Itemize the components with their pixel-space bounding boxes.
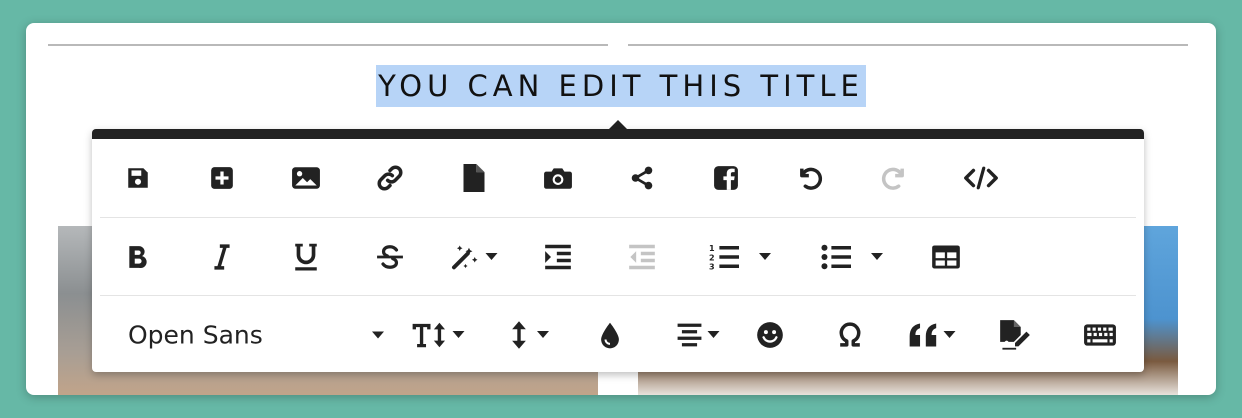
underline-button[interactable]	[294, 243, 318, 271]
emoji-button[interactable]	[756, 321, 784, 349]
link-icon	[377, 165, 403, 190]
toolbar-row-1	[100, 139, 1136, 216]
save-icon	[128, 167, 148, 188]
unordered-list-icon	[821, 244, 851, 269]
ordered-list-icon: 123	[709, 244, 739, 270]
unordered-list-button[interactable]	[821, 244, 883, 270]
camera-button[interactable]	[543, 165, 573, 191]
strikethrough-icon	[377, 244, 403, 269]
font-family-dropdown[interactable]	[372, 331, 384, 338]
svg-text:2: 2	[709, 253, 715, 262]
divider-right	[628, 44, 1188, 46]
insert-link-button[interactable]	[376, 164, 404, 192]
camera-icon	[544, 167, 572, 189]
omega-icon	[839, 321, 861, 347]
text-color-button[interactable]	[600, 321, 620, 349]
outdent-button[interactable]	[628, 244, 656, 270]
divider-left	[48, 44, 608, 46]
indent-icon	[545, 244, 571, 269]
redo-button[interactable]	[880, 164, 908, 192]
table-icon	[932, 244, 960, 269]
indent-button[interactable]	[544, 244, 572, 270]
chevron-down-icon	[372, 331, 384, 338]
font-family-select[interactable]: Open Sans	[128, 320, 263, 349]
font-size-button[interactable]	[412, 321, 465, 349]
line-height-icon	[512, 320, 526, 349]
magic-format-button[interactable]	[451, 243, 498, 271]
undo-button[interactable]	[796, 164, 824, 192]
svg-text:1: 1	[709, 244, 715, 253]
undo-icon	[800, 167, 823, 190]
add-icon	[211, 166, 233, 189]
color-icon	[601, 322, 619, 348]
strikethrough-button[interactable]	[376, 244, 404, 270]
insert-file-button[interactable]	[463, 163, 485, 192]
align-icon	[677, 323, 702, 346]
keyboard-icon	[1084, 323, 1116, 346]
italic-icon	[214, 243, 230, 270]
file-icon	[463, 163, 485, 192]
underline-icon	[295, 243, 317, 270]
chevron-down-icon	[485, 253, 498, 260]
special-characters-button[interactable]	[838, 321, 862, 348]
chevron-down-icon	[759, 253, 771, 260]
editor-toolbar: 123 Open Sans	[92, 129, 1144, 372]
bold-button[interactable]	[127, 244, 149, 270]
keyboard-button[interactable]	[1083, 323, 1117, 347]
code-view-button[interactable]	[963, 165, 999, 191]
editable-title[interactable]: YOU CAN EDIT THIS TITLE	[376, 65, 866, 107]
outdent-icon	[629, 244, 655, 269]
share-button[interactable]	[629, 164, 655, 192]
chevron-down-icon	[452, 331, 465, 338]
ordered-list-button[interactable]: 123	[709, 244, 771, 270]
chevron-down-icon	[943, 331, 956, 338]
italic-button[interactable]	[212, 243, 232, 270]
toolbar-row-2: 123	[100, 217, 1136, 295]
line-height-button[interactable]	[511, 320, 549, 350]
blockquote-button[interactable]	[909, 322, 956, 348]
align-button[interactable]	[677, 323, 720, 347]
svg-text:3: 3	[709, 262, 715, 269]
code-icon	[964, 166, 998, 189]
signature-button[interactable]	[999, 319, 1031, 350]
magic-icon	[452, 244, 478, 269]
signature-icon	[1000, 319, 1030, 350]
redo-icon	[881, 167, 904, 190]
chevron-down-icon	[537, 331, 549, 338]
chevron-down-icon	[871, 253, 883, 260]
insert-table-button[interactable]	[931, 244, 961, 270]
chevron-down-icon	[707, 331, 720, 338]
font-size-icon	[412, 322, 446, 347]
quote-icon	[909, 322, 937, 347]
image-icon	[292, 166, 320, 189]
facebook-button[interactable]	[713, 165, 739, 191]
facebook-icon	[714, 165, 738, 190]
add-button[interactable]	[209, 165, 235, 191]
save-button[interactable]	[125, 165, 151, 191]
share-icon	[631, 166, 653, 189]
toolbar-row-3: Open Sans	[100, 295, 1136, 373]
bold-icon	[129, 245, 147, 268]
insert-image-button[interactable]	[291, 165, 321, 191]
emoji-icon	[757, 321, 783, 348]
